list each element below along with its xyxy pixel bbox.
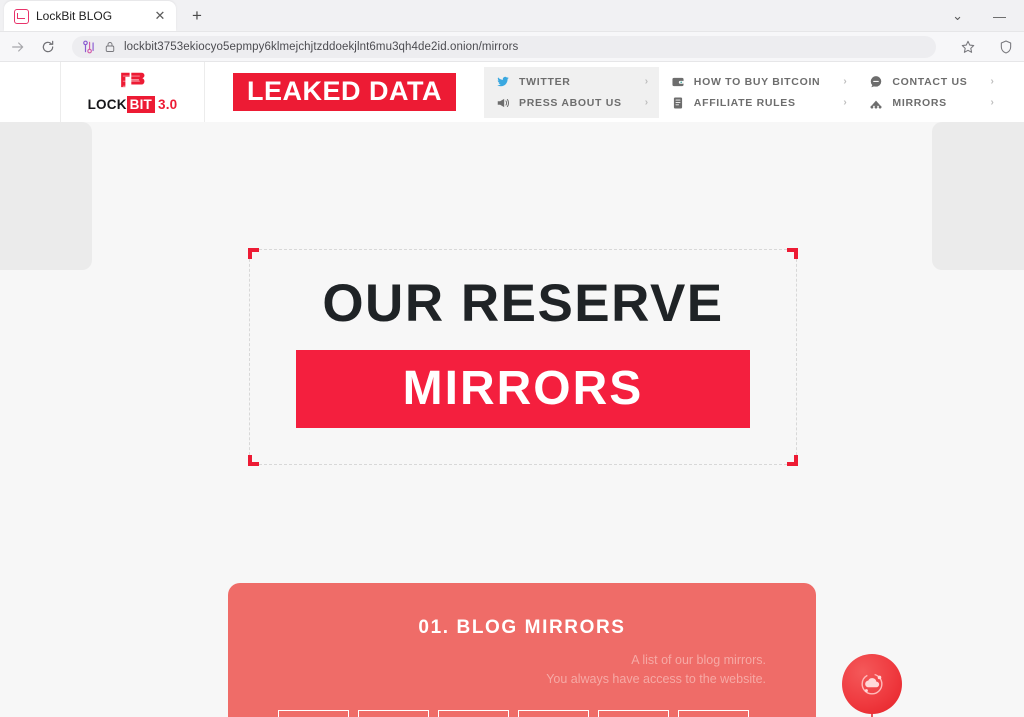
section-subtitle-line2: You always have access to the website. <box>546 672 766 687</box>
chevron-down-icon[interactable]: ⌄ <box>952 8 963 24</box>
mirror-button[interactable]: Mirror 5 <box>598 709 670 717</box>
nav-column-3: CONTACT US › MIRRORS › <box>857 73 1004 112</box>
tor-circuit-icon[interactable] <box>82 40 96 54</box>
forward-arrow-icon[interactable] <box>10 39 26 55</box>
document-icon <box>673 96 682 109</box>
browser-toolbar: lockbit3753ekiocyo5epmpy6klmejchjtzddoek… <box>0 32 1024 62</box>
nav-item-mirrors[interactable]: MIRRORS › <box>857 94 1004 112</box>
nav-label: MIRRORS <box>892 96 947 109</box>
nav-label: AFFILIATE RULES <box>693 96 796 109</box>
window-controls: ⌄ — <box>952 0 1024 32</box>
chevron-right-icon: › <box>644 97 649 108</box>
site-logo[interactable]: LOCK BIT 3.0 <box>60 62 205 122</box>
mirror-button[interactable]: Mirror 1 <box>278 709 350 717</box>
corner-bracket-top-left <box>248 248 259 259</box>
logo-wordmark: LOCK BIT 3.0 <box>88 96 178 113</box>
chevron-right-icon: › <box>990 76 995 87</box>
section-subtitle-line1: A list of our blog mirrors. <box>631 653 766 667</box>
mirror-button-grid: Mirror 1 Mirror 2 Mirror 3 Mirror 4 Mirr… <box>278 709 766 717</box>
browser-window: LockBit BLOG ✕ + ⌄ — lockbit3753ekiocyo5… <box>0 0 1024 717</box>
nav-label: HOW TO BUY BITCOIN <box>693 75 821 88</box>
nav-item-affiliate-rules[interactable]: AFFILIATE RULES › <box>659 94 858 112</box>
chevron-right-icon: › <box>843 97 848 108</box>
hero-section: OUR RESERVE MIRRORS <box>248 248 798 466</box>
hero-heading-highlight-bar: MIRRORS <box>296 350 750 428</box>
logo-lock-text: LOCK <box>87 97 127 112</box>
address-bar[interactable]: lockbit3753ekiocyo5epmpy6klmejchjtzddoek… <box>72 35 936 58</box>
minimize-icon[interactable]: — <box>993 9 1006 24</box>
mirror-button[interactable]: Mirror 6 <box>678 709 750 717</box>
mirror-button[interactable]: Mirror 4 <box>518 709 590 717</box>
nav-column-2: HOW TO BUY BITCOIN › AFFILIATE RULES › <box>659 73 858 112</box>
mirror-button[interactable]: Mirror 3 <box>438 709 510 717</box>
chat-bubble-icon <box>871 75 882 87</box>
nav-column-1: TWITTER › PRESS ABOUT US › <box>484 66 659 118</box>
blog-mirrors-card: 01. BLOG MIRRORS A list of our blog mirr… <box>228 583 816 717</box>
chevron-right-icon: › <box>843 76 848 87</box>
cloud-network-icon <box>861 673 883 695</box>
new-tab-button[interactable]: + <box>184 3 210 29</box>
nav-label: PRESS ABOUT US <box>519 96 622 109</box>
nav-item-contact-us[interactable]: CONTACT US › <box>857 73 1004 91</box>
page-content: LOCK BIT 3.0 LEAKED DATA TWITTER › PRESS… <box>0 62 1024 717</box>
floating-action-button[interactable] <box>842 654 902 714</box>
leaked-data-banner-wrap: LEAKED DATA <box>205 62 484 122</box>
lockbit-logo-mark-icon <box>120 72 144 88</box>
section-title: 01. BLOG MIRRORS <box>418 617 626 638</box>
close-icon[interactable]: ✕ <box>152 8 168 24</box>
nav-label: TWITTER <box>519 75 571 88</box>
mirrors-network-icon <box>870 100 882 108</box>
site-navigation: TWITTER › PRESS ABOUT US › HOW TO BUY BI… <box>484 62 1024 122</box>
site-lock-icon[interactable] <box>104 40 116 54</box>
lockbit-favicon-icon <box>14 8 29 24</box>
url-text: lockbit3753ekiocyo5epmpy6klmejchjtzddoek… <box>124 40 519 53</box>
nav-item-press-about-us[interactable]: PRESS ABOUT US › <box>484 94 659 112</box>
megaphone-icon <box>497 98 510 107</box>
hero-heading-line2: MIRRORS <box>402 362 644 415</box>
site-header: LOCK BIT 3.0 LEAKED DATA TWITTER › PRESS… <box>0 62 1024 122</box>
nav-item-how-to-buy-bitcoin[interactable]: HOW TO BUY BITCOIN › <box>659 73 858 91</box>
reload-icon[interactable] <box>40 39 56 55</box>
bookmark-star-icon[interactable] <box>960 39 976 55</box>
wallet-icon <box>672 77 684 86</box>
tab-strip: LockBit BLOG ✕ + ⌄ — <box>0 0 1024 32</box>
corner-bracket-top-right <box>787 248 798 259</box>
logo-bit-text: BIT <box>126 96 156 113</box>
toolbar-right-actions <box>950 39 1014 55</box>
nav-label: CONTACT US <box>892 75 968 88</box>
right-side-panel <box>932 122 1024 270</box>
mirror-button[interactable]: Mirror 2 <box>358 709 430 717</box>
hero-heading-line1: OUR RESERVE <box>322 274 724 333</box>
section-subtitle: A list of our blog mirrors. You always h… <box>278 651 766 690</box>
shield-icon[interactable] <box>998 39 1014 55</box>
chevron-right-icon: › <box>990 97 995 108</box>
corner-bracket-bottom-right <box>787 455 798 466</box>
logo-version-text: 3.0 <box>158 97 178 112</box>
left-side-panel <box>0 122 92 270</box>
browser-tab[interactable]: LockBit BLOG ✕ <box>4 1 176 31</box>
chevron-right-icon: › <box>644 76 649 87</box>
nav-item-twitter[interactable]: TWITTER › <box>484 73 659 91</box>
corner-bracket-bottom-left <box>248 455 259 466</box>
twitter-bird-icon <box>497 76 509 86</box>
tab-title: LockBit BLOG <box>36 9 113 23</box>
leaked-data-banner[interactable]: LEAKED DATA <box>233 73 456 111</box>
